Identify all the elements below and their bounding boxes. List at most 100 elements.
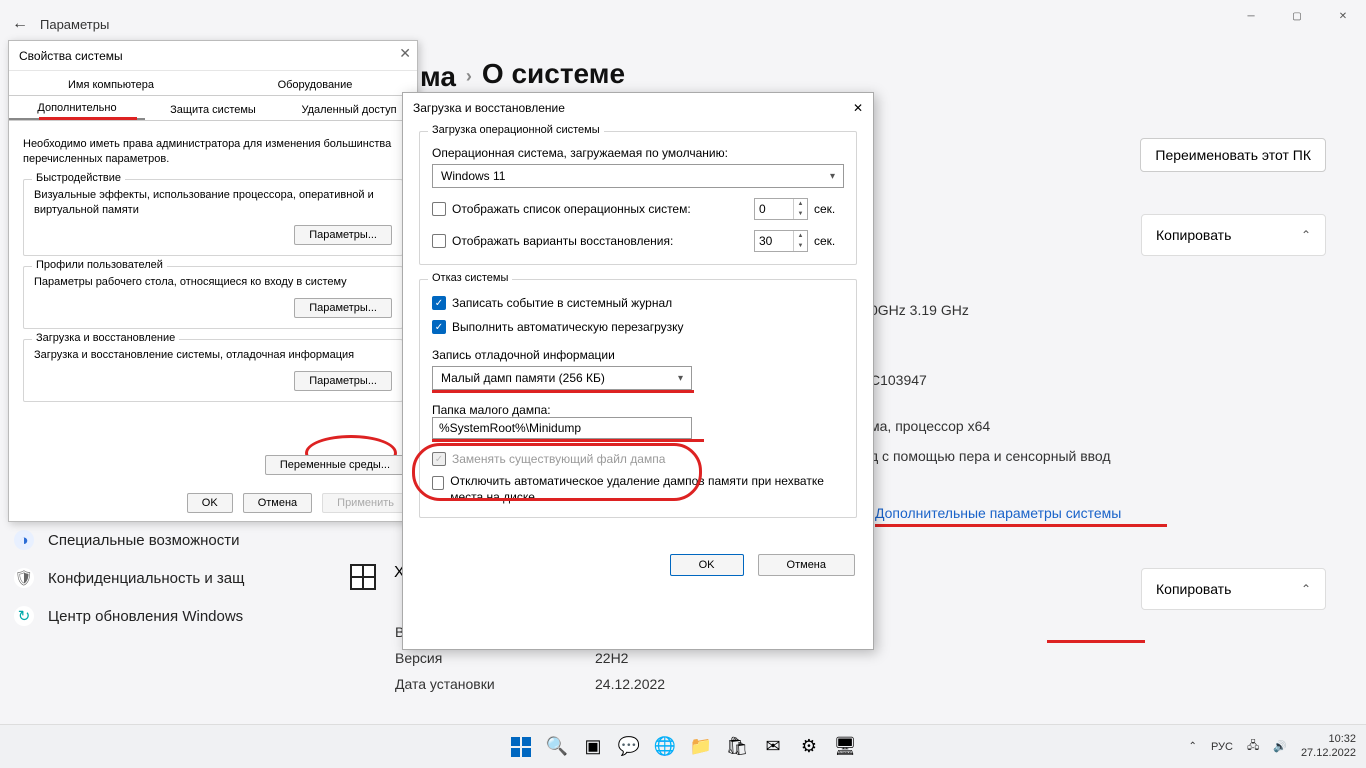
minimize-button[interactable]: ─ (1228, 0, 1274, 32)
autodel-row: Отключить автоматическое удаление дампов… (432, 474, 844, 505)
ok-button[interactable]: OK (670, 554, 744, 576)
ok-button[interactable]: OK (187, 493, 233, 513)
edge-icon[interactable]: 🌐 (651, 733, 679, 761)
dialog-body: Необходимо иметь права администратора дл… (9, 121, 417, 422)
chevron-right-icon: › (466, 66, 472, 87)
checkbox-label: Отключить автоматическое удаление дампов… (450, 474, 844, 505)
autodel-checkbox[interactable] (432, 476, 444, 490)
dbg-info-label: Запись отладочной информации (432, 348, 844, 362)
sidebar: ◑ Специальные возможности 🛡 Конфиденциал… (14, 530, 244, 626)
close-icon[interactable]: ✕ (399, 45, 411, 62)
sidebar-item-label: Центр обновления Windows (48, 608, 243, 625)
update-icon: ↻ (14, 606, 34, 626)
annotation-underline (1047, 640, 1145, 643)
language-indicator[interactable]: РУС (1211, 741, 1233, 753)
performance-settings-button[interactable]: Параметры... (294, 225, 392, 245)
numeric-value: 30 (759, 234, 772, 248)
cancel-button[interactable]: Отмена (243, 493, 312, 513)
close-icon[interactable]: ✕ (853, 101, 863, 115)
dumpdir-input[interactable]: %SystemRoot%\Minidump (432, 417, 692, 439)
spec-val: 24.12.2022 (595, 676, 795, 692)
auto-restart-checkbox[interactable]: ✓ (432, 320, 446, 334)
write-event-checkbox[interactable]: ✓ (432, 296, 446, 310)
dumpdir-label: Папка малого дампа: (432, 403, 844, 417)
checkbox-label: Отображать список операционных систем: (452, 202, 691, 216)
spec-cpu-value: 0GHz 3.19 GHz (870, 302, 969, 318)
chevron-down-icon: ▾ (678, 373, 683, 384)
default-os-select[interactable]: Windows 11 ▾ (432, 164, 844, 188)
dialog-title-text: Загрузка и восстановление (413, 101, 565, 115)
settings-icon[interactable]: ⚙ (795, 733, 823, 761)
env-vars-button[interactable]: Переменные среды... (265, 455, 405, 475)
cancel-button[interactable]: Отмена (758, 554, 855, 576)
checkbox-label: Отображать варианты восстановления: (452, 234, 673, 248)
tray-chevron-icon[interactable]: ⌃ (1189, 741, 1197, 752)
rename-pc-button[interactable]: Переименовать этот ПК (1140, 138, 1326, 172)
auto-restart-row: ✓ Выполнить автоматическую перезагрузку (432, 320, 844, 334)
startup-settings-button[interactable]: Параметры... (294, 371, 392, 391)
copy-winspecs-button[interactable]: Копировать ⌃ (1141, 568, 1326, 610)
tab-remote[interactable]: Удаленный доступ (281, 100, 417, 120)
window-controls: ─ ▢ ✕ (1228, 0, 1366, 32)
advanced-system-link[interactable]: Дополнительные параметры системы (875, 505, 1121, 521)
start-button[interactable] (507, 733, 535, 761)
breadcrumb-parent[interactable]: ма (420, 61, 456, 93)
back-icon[interactable]: ← (12, 15, 28, 33)
show-recovery-checkbox[interactable] (432, 234, 446, 248)
sidebar-item-label: Конфиденциальность и защ (48, 570, 244, 587)
checkbox-label: Заменять существующий файл дампа (452, 452, 665, 466)
numeric-value: 0 (759, 202, 766, 216)
group-text: Загрузка и восстановление системы, отлад… (34, 348, 392, 363)
chevron-up-icon: ⌃ (1301, 582, 1311, 596)
dialog-title-text: Свойства системы (19, 49, 123, 63)
show-list-row: Отображать список операционных систем: 0… (432, 198, 844, 220)
volume-icon[interactable]: 🔊 (1273, 740, 1287, 753)
app-icon[interactable]: 🖥 (831, 733, 859, 761)
close-button[interactable]: ✕ (1320, 0, 1366, 32)
apply-button[interactable]: Применить (322, 493, 409, 513)
explorer-icon[interactable]: 📁 (687, 733, 715, 761)
show-recovery-seconds[interactable]: 30 ▲▼ (754, 230, 808, 252)
taskbar: 🔍 ▣ 💬 🌐 📁 🛍 ✉ ⚙ 🖥 ⌃ РУС 🖧 🔊 10:32 27.12.… (0, 724, 1366, 768)
profiles-settings-button[interactable]: Параметры... (294, 298, 392, 318)
show-list-seconds[interactable]: 0 ▲▼ (754, 198, 808, 220)
dialog-titlebar: Загрузка и восстановление ✕ (403, 93, 873, 123)
breadcrumb-current: О системе (482, 58, 625, 95)
mail-icon[interactable]: ✉ (759, 733, 787, 761)
spec-key: Дата установки (395, 676, 595, 692)
checkbox-label: Выполнить автоматическую перезагрузку (452, 320, 684, 334)
spinner-icon[interactable]: ▲▼ (793, 231, 807, 251)
maximize-button[interactable]: ▢ (1274, 0, 1320, 32)
chevron-down-icon: ▾ (830, 171, 835, 182)
store-icon[interactable]: 🛍 (723, 733, 751, 761)
spinner-icon[interactable]: ▲▼ (793, 199, 807, 219)
show-list-checkbox[interactable] (432, 202, 446, 216)
show-recovery-row: Отображать варианты восстановления: 30 ▲… (432, 230, 844, 252)
clock[interactable]: 10:32 27.12.2022 (1301, 733, 1356, 759)
overwrite-row: ✓ Заменять существующий файл дампа (432, 452, 844, 466)
accessibility-icon: ◑ (14, 530, 34, 550)
sidebar-item-updates[interactable]: ↻ Центр обновления Windows (14, 606, 244, 626)
group-label: Отказ системы (428, 272, 512, 284)
sidebar-item-privacy[interactable]: 🛡 Конфиденциальность и защ (14, 568, 244, 588)
select-value: Малый дамп памяти (256 КБ) (441, 371, 605, 385)
task-view-icon[interactable]: ▣ (579, 733, 607, 761)
chat-icon[interactable]: 💬 (615, 733, 643, 761)
sidebar-item-label: Специальные возможности (48, 532, 240, 549)
settings-title: Параметры (40, 17, 109, 32)
tab-computer-name[interactable]: Имя компьютера (9, 75, 213, 95)
sidebar-item-accessibility[interactable]: ◑ Специальные возможности (14, 530, 244, 550)
admin-note: Необходимо иметь права администратора дл… (23, 137, 403, 167)
input-value: %SystemRoot%\Minidump (439, 421, 581, 435)
tab-protection[interactable]: Защита системы (145, 100, 281, 120)
network-icon[interactable]: 🖧 (1247, 737, 1259, 756)
tabs-row-1: Имя компьютера Оборудование (9, 71, 417, 96)
tab-hardware[interactable]: Оборудование (213, 75, 417, 95)
seconds-label: сек. (814, 234, 844, 248)
dialog-title: Свойства системы (9, 41, 417, 71)
breadcrumb: ма › О системе (420, 58, 625, 95)
startup-recovery-dialog: Загрузка и восстановление ✕ Загрузка опе… (402, 92, 874, 650)
search-icon[interactable]: 🔍 (543, 733, 571, 761)
copy-specs-button[interactable]: Копировать ⌃ (1141, 214, 1326, 256)
dump-type-select[interactable]: Малый дамп памяти (256 КБ) ▾ (432, 366, 692, 390)
